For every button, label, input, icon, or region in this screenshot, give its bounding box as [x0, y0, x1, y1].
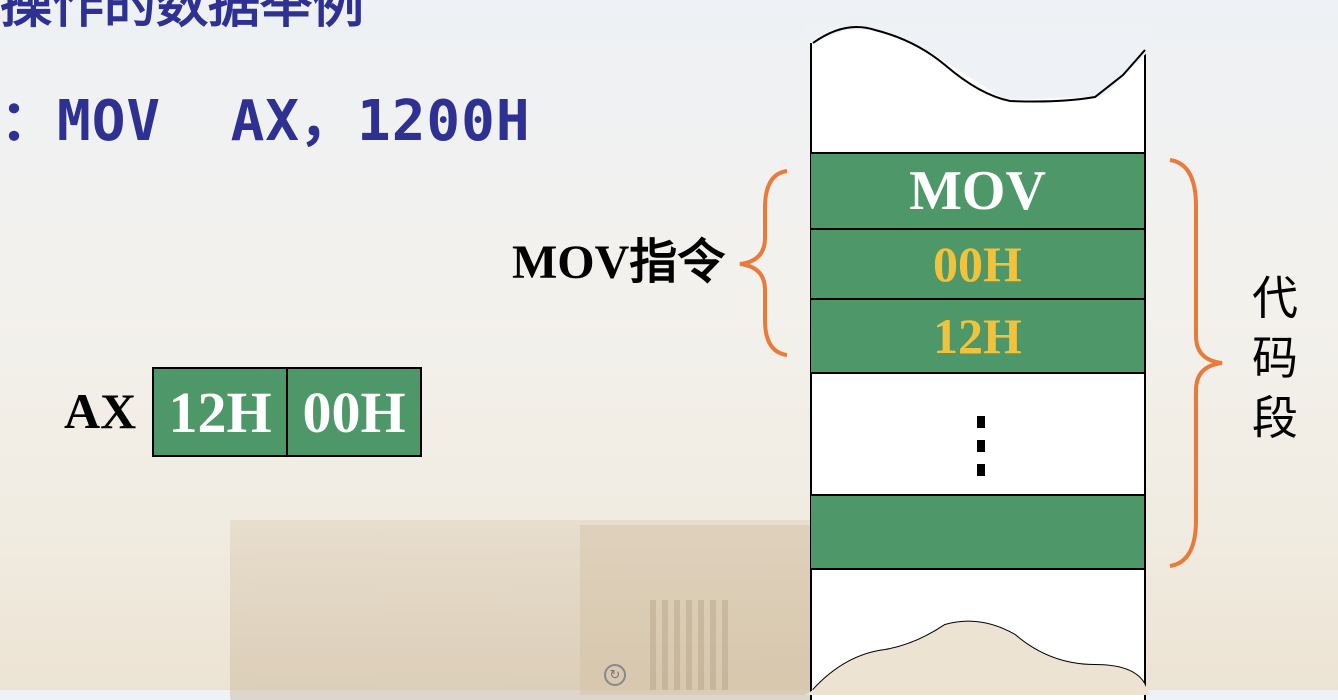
code-segment-char-2: 码	[1252, 331, 1298, 385]
ellipsis-dot-2	[977, 440, 985, 452]
ellipsis-dot-3	[977, 464, 985, 476]
memory-cell-empty	[811, 494, 1144, 570]
ax-low-byte: 00H	[286, 369, 420, 455]
ax-register: 12H 00H	[152, 367, 422, 457]
memory-cell-00h: 00H	[811, 228, 1144, 300]
memory-cell-12h: 12H	[811, 298, 1144, 374]
ax-high-byte: 12H	[154, 369, 286, 455]
code-segment-char-3: 段	[1252, 391, 1298, 445]
background-windows	[650, 600, 730, 690]
example-instruction: ：MOV AX，1200H	[0, 89, 531, 154]
code-segment-brace	[1169, 158, 1223, 568]
mov-instruction-label: MOV指令	[512, 236, 726, 289]
slide-title: 操作的数据举例	[0, 0, 365, 35]
ax-register-label: AX	[64, 383, 137, 439]
instruction-brace	[739, 169, 788, 357]
ellipsis-dot-1	[977, 416, 985, 428]
code-segment-char-1: 代	[1252, 271, 1298, 325]
code-segment-label: 代 码 段	[1250, 268, 1300, 448]
refresh-icon[interactable]: ↻	[604, 664, 626, 686]
memory-cell-mov: MOV	[811, 152, 1144, 230]
